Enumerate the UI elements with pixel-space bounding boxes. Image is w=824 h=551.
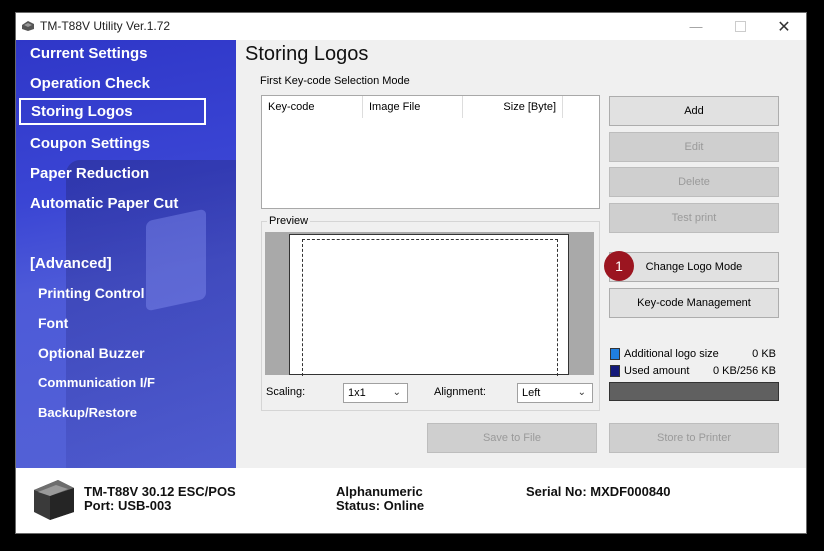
printer-model: TM-T88V 30.12 ESC/POS [84, 484, 236, 499]
used-amount-label: Used amount [624, 365, 690, 377]
delete-button[interactable]: Delete [609, 167, 779, 197]
sidebar-item-optional-buzzer[interactable]: Optional Buzzer [38, 345, 145, 361]
sidebar-item-backup-restore[interactable]: Backup/Restore [38, 405, 137, 420]
change-logo-mode-button[interactable]: Change Logo Mode [609, 252, 779, 282]
sidebar-item-printing-control[interactable]: Printing Control [38, 285, 145, 301]
additional-size-legend-swatch [610, 348, 620, 360]
printer-port: Port: USB-003 [84, 498, 172, 513]
print-area-outline [302, 239, 558, 376]
preview-label: Preview [267, 215, 311, 227]
close-icon: ✕ [777, 18, 791, 36]
sidebar-item-coupon-settings[interactable]: Coupon Settings [30, 135, 150, 152]
alignment-select[interactable]: Left ⌄ [517, 383, 593, 403]
storage-usage-bar [609, 382, 779, 401]
logo-table[interactable]: Key-code Image File Size [Byte] [261, 95, 600, 209]
sidebar: Current Settings Operation Check Storing… [16, 40, 236, 468]
charset-status: Alphanumeric [336, 484, 423, 499]
preview-canvas [265, 232, 594, 376]
scaling-label: Scaling: [266, 386, 306, 398]
alignment-value: Left [522, 387, 541, 399]
chevron-down-icon: ⌄ [577, 387, 586, 398]
printer-slot-graphic [146, 208, 206, 312]
preview-paper [289, 234, 569, 376]
scaling-select[interactable]: 1x1 ⌄ [343, 383, 408, 403]
sidebar-item-current-settings[interactable]: Current Settings [30, 45, 148, 62]
store-to-printer-button[interactable]: Store to Printer [609, 423, 779, 453]
sidebar-item-storing-logos[interactable]: Storing Logos [19, 98, 206, 125]
additional-size-value: 0 KB [752, 348, 776, 360]
sidebar-item-automatic-paper-cut[interactable]: Automatic Paper Cut [30, 195, 178, 212]
used-amount-legend-swatch [610, 365, 620, 377]
test-print-button[interactable]: Test print [609, 203, 779, 233]
app-icon [22, 21, 34, 31]
mode-label: First Key-code Selection Mode [260, 75, 410, 87]
sidebar-item-operation-check[interactable]: Operation Check [30, 75, 150, 92]
step-badge: 1 [604, 251, 634, 281]
alignment-label: Alignment: [434, 386, 486, 398]
minimize-button[interactable]: — [674, 13, 718, 40]
printer-status: Status: Online [336, 498, 425, 513]
sidebar-item-communication-if[interactable]: Communication I/F [38, 375, 155, 390]
close-button[interactable]: ✕ [762, 13, 806, 40]
sidebar-advanced-header: [Advanced] [30, 255, 112, 272]
maximize-button[interactable] [718, 13, 762, 40]
additional-size-label: Additional logo size [624, 348, 719, 360]
maximize-icon [734, 21, 746, 32]
status-bar: TM-T88V 30.12 ESC/POS Port: USB-003 Alph… [16, 468, 806, 533]
sidebar-item-font[interactable]: Font [38, 315, 68, 331]
title-bar: TM-T88V Utility Ver.1.72 — ✕ [16, 13, 806, 40]
used-amount-value: 0 KB/256 KB [713, 365, 776, 377]
keycode-management-button[interactable]: Key-code Management [609, 288, 779, 318]
add-button[interactable]: Add [609, 96, 779, 126]
column-header-image-file[interactable]: Image File [363, 96, 463, 118]
serial-number: Serial No: MXDF000840 [526, 484, 671, 499]
page-title: Storing Logos [245, 43, 369, 65]
chevron-down-icon: ⌄ [392, 387, 401, 398]
column-header-size[interactable]: Size [Byte] [463, 96, 563, 118]
edit-button[interactable]: Edit [609, 132, 779, 162]
printer-icon [34, 480, 74, 520]
column-header-keycode[interactable]: Key-code [262, 96, 363, 118]
save-to-file-button[interactable]: Save to File [427, 423, 597, 453]
app-window: TM-T88V Utility Ver.1.72 — ✕ Current Set… [15, 12, 807, 534]
window-title: TM-T88V Utility Ver.1.72 [40, 19, 171, 33]
scaling-value: 1x1 [348, 387, 366, 399]
sidebar-item-paper-reduction[interactable]: Paper Reduction [30, 165, 149, 182]
minimize-icon: — [689, 19, 703, 34]
